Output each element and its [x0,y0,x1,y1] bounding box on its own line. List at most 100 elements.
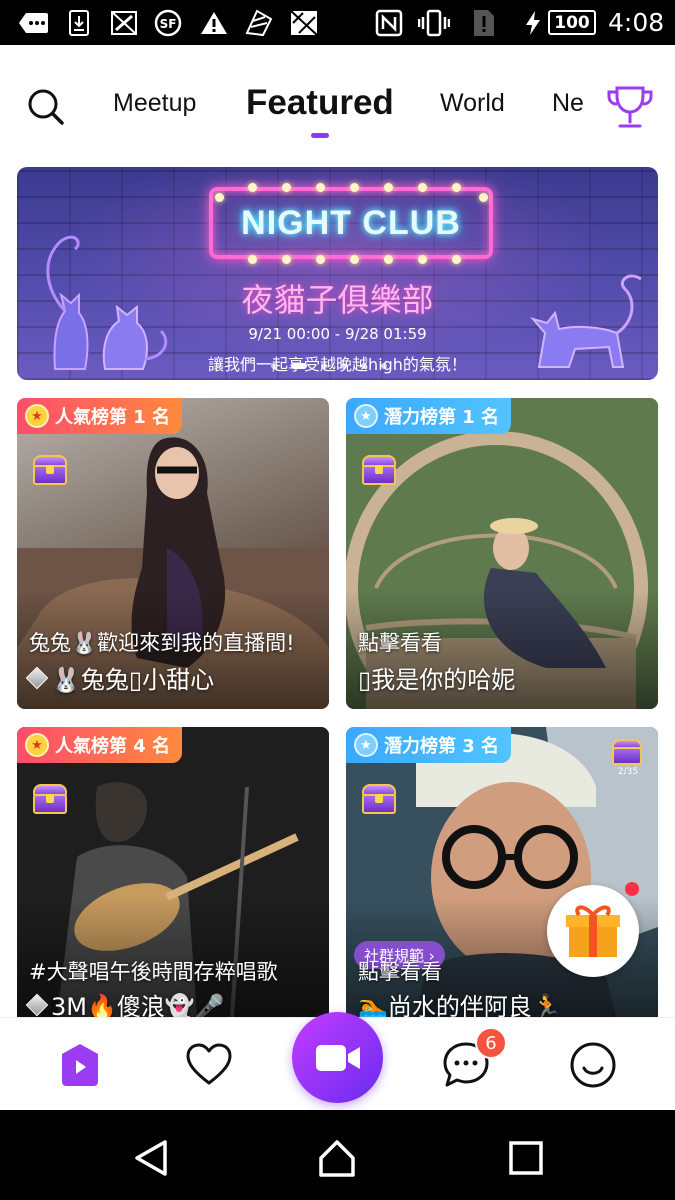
bulb [316,255,325,264]
neon-cats-left-icon [46,235,168,370]
chest-count-label: 2/35 [617,767,639,777]
pagination-dot [271,363,277,369]
rank-badge: ★ 潛力榜第 3 名 [346,727,512,763]
recents-icon [509,1141,543,1175]
level-diamond-icon [25,666,49,689]
streamer-name: ▯我是你的哈妮 [358,666,516,694]
chest-lock [46,794,54,803]
rank-label: 人氣榜第 4 名 [55,736,171,757]
bulb [248,255,257,264]
chest-counter[interactable]: 2/35 [608,737,648,777]
tab-world[interactable]: World [440,89,505,118]
treasure-chest-icon[interactable] [360,453,398,487]
charging-icon [522,9,544,36]
rank-label: 潛力榜第 3 名 [384,736,500,757]
tab-meetup[interactable]: Meetup [113,89,196,118]
chest-lock [375,794,383,803]
streamer-name: 🏊尚水的伴阿良🏃 [358,993,562,1017]
tab-featured[interactable]: Featured [246,83,394,123]
chest-body [612,747,642,765]
neon-sign: NIGHT CLUB [209,187,493,259]
nav-profile-button[interactable] [568,1040,618,1090]
streamer-name: 🐰兔兔▯小甜心 [51,666,215,694]
potential-medal-icon: ★ [354,404,378,428]
popularity-medal-icon: ★ [25,733,49,757]
popularity-medal-icon: ★ [25,404,49,428]
leaderboard-button[interactable] [605,82,655,132]
bulb [248,183,257,192]
home-icon [319,1140,355,1177]
bulb [479,193,488,202]
pagination-dot [321,363,327,369]
bulb [282,183,291,192]
treasure-chest-icon[interactable] [360,782,398,816]
bulb [384,255,393,264]
go-live-button[interactable] [292,1012,383,1103]
pagination-dot [361,363,367,369]
bulb [452,255,461,264]
treasure-chest-icon[interactable] [31,453,69,487]
back-icon [135,1140,167,1176]
pagination-dot [381,363,387,369]
gift-button[interactable] [547,885,639,977]
bulb [215,193,224,202]
vibrate-icon [418,9,450,36]
tab-new[interactable]: Ne [552,89,584,118]
chest-lock [46,465,54,474]
live-card[interactable]: ★ 人氣榜第 4 名 #大聲唱午後時間存粹唱歌 3M🔥傻浪👻🎤 [17,727,329,1017]
bulb [350,183,359,192]
status-bar: SF 100 4:08 [0,0,675,45]
gallery-icon [288,9,320,36]
active-tab-indicator [311,133,329,138]
nav-following-button[interactable] [184,1040,234,1090]
search-button[interactable] [26,87,66,127]
bulb [282,255,291,264]
live-card[interactable]: ★ 潛力榜第 1 名 點擊看看 ▯我是你的哈妮 [346,398,658,709]
rank-badge: ★ 人氣榜第 1 名 [17,398,183,434]
nfc-icon [373,9,405,36]
bulb [418,183,427,192]
smiley-icon [570,1042,616,1088]
streamer-row: ▯我是你的哈妮 [358,660,515,695]
message-icon [18,9,50,36]
bulb [418,255,427,264]
bulb [384,183,393,192]
top-nav: Meetup Featured World Ne [0,45,675,155]
no-signal-icon [109,9,139,36]
rank-badge: ★ 潛力榜第 1 名 [346,398,512,434]
battery-indicator: 100 [548,10,596,35]
rank-badge: ★ 人氣榜第 4 名 [17,727,183,763]
neon-sign-text: NIGHT CLUB [241,203,461,242]
sf-app-icon: SF [153,9,183,36]
clock: 4:08 [608,8,665,37]
bottom-nav: 6 [0,1012,675,1110]
neon-cat-right-icon [530,274,642,368]
system-nav-bar [0,1110,675,1200]
back-button[interactable] [131,1138,171,1178]
gift-icon [566,905,620,957]
live-card[interactable]: ★ 潛力榜第 3 名 2/35 社群規範 › 點擊看看 🏊尚水的伴阿良🏃 [346,727,658,1017]
bulb [452,183,461,192]
streamer-row: 🐰兔兔▯小甜心 [25,660,215,695]
treasure-chest-icon[interactable] [31,782,69,816]
pagination-dot-active [291,363,307,369]
nav-live-button[interactable] [55,1040,105,1090]
stream-description: 點擊看看 [358,631,442,655]
chest-lock [375,465,383,474]
download-icon [68,9,90,36]
warning-icon [199,9,229,36]
no-sim-icon [470,9,498,36]
rank-label: 潛力榜第 1 名 [384,407,500,428]
search-icon [28,89,64,125]
live-icon [62,1044,98,1086]
promo-banner[interactable]: NIGHT CLUB 夜貓子俱樂部 9/21 00:00 - 9/28 01:5… [17,167,658,380]
live-card[interactable]: ★ 人氣榜第 1 名 兔兔🐰歡迎來到我的直播間! 🐰兔兔▯小甜心 [17,398,329,709]
home-button[interactable] [317,1138,357,1178]
pagination-dot [341,363,347,369]
level-diamond-icon [25,993,49,1016]
recents-button[interactable] [506,1138,546,1178]
stream-description: 兔兔🐰歡迎來到我的直播間! [29,631,295,655]
streamer-row: 🏊尚水的伴阿良🏃 [358,987,562,1017]
app-notification-icon [243,9,275,36]
streamer-row: 3M🔥傻浪👻🎤 [25,987,225,1017]
